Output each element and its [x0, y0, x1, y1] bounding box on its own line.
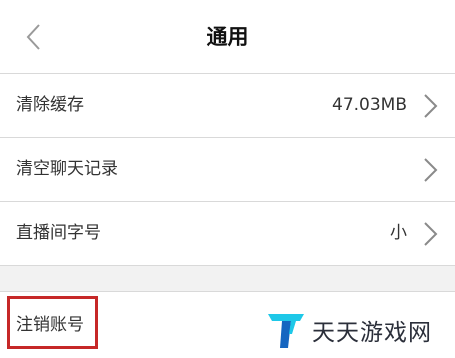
- chevron-right-icon: [424, 222, 438, 246]
- cache-size-value: 47.03MB: [332, 95, 407, 115]
- live-room-font-size-row[interactable]: 直播间字号 小: [0, 202, 455, 266]
- watermark-text: 天天游戏网: [312, 320, 432, 346]
- letter-t-logo-icon: [268, 314, 304, 348]
- page-title: 通用: [206, 25, 249, 49]
- chevron-right-icon: [424, 158, 438, 182]
- chevron-left-icon: [26, 24, 40, 50]
- back-button[interactable]: [16, 20, 50, 54]
- font-size-value: 小: [390, 223, 407, 243]
- clear-cache-row[interactable]: 清除缓存 47.03MB: [0, 74, 455, 138]
- top-nav-bar: 通用: [0, 0, 455, 74]
- clear-chat-history-label: 清空聊天记录: [16, 159, 118, 179]
- chevron-right-icon: [424, 94, 438, 118]
- clear-chat-history-row[interactable]: 清空聊天记录: [0, 138, 455, 202]
- section-divider: [0, 266, 455, 292]
- clear-cache-label: 清除缓存: [16, 95, 84, 115]
- watermark: 天天游戏网: [266, 310, 432, 350]
- live-room-font-size-label: 直播间字号: [16, 223, 101, 243]
- cancel-account-label: 注销账号: [16, 315, 84, 335]
